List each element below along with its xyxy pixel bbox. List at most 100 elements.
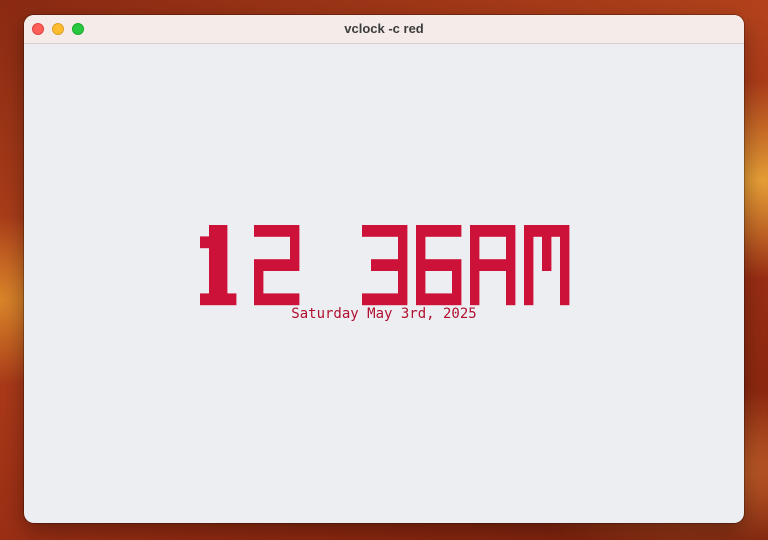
clock-pixel [470,282,480,294]
clock-pixel [398,236,408,249]
clock-pixel [398,247,408,260]
clock-pixel [218,247,228,260]
clock-pixel [533,225,543,237]
clock-pixel [524,247,534,260]
clock-pixel [470,259,480,271]
clock-pixel [263,259,273,271]
clock-pixel [524,225,534,237]
clock-pixel [551,225,561,237]
clock-pixel [560,282,570,294]
clock-pixel [290,225,300,237]
clock-pixel [281,225,291,237]
clock-pixel [209,293,219,306]
clock-pixel [452,270,462,283]
clock-pixel [470,225,480,237]
clock-pixel [209,270,219,283]
clock-pixel [488,259,498,271]
clock-pixel [542,225,552,237]
clock-pixel [209,225,219,237]
clock-pixel [362,225,372,237]
clock-pixel [560,293,570,306]
clock-pixel [416,282,426,294]
clock-pixel [218,270,228,283]
clock-pixel [263,293,273,306]
clock-pixel [389,225,399,237]
clock-pixel [470,293,480,306]
clock-pixel [506,293,516,306]
clock-pixel [542,259,552,271]
clock-glyph [200,225,237,306]
title-bar[interactable]: vclock -c red [24,15,744,44]
clock-pixel [290,247,300,260]
clock-pixel [218,282,228,294]
clock-pixel [506,259,516,271]
clock-pixel [416,293,426,306]
clock-display [200,225,570,306]
clock-pixel [506,282,516,294]
clock-pixel [389,259,399,271]
clock-pixel [398,270,408,283]
clock-pixel [452,293,462,306]
date-label: Saturday May 3rd, 2025 [291,306,477,322]
clock-pixel [371,225,381,237]
window-title: vclock -c red [344,21,424,36]
clock-glyph [524,225,570,306]
clock-pixel [542,236,552,249]
clock-pixel [434,259,444,271]
clock-pixel [200,293,210,306]
clock-pixel [479,259,489,271]
clock-pixel [380,225,390,237]
clock-pixel [416,247,426,260]
clock-pixel [488,225,498,237]
clock-pixel [272,225,282,237]
clock-pixel [380,293,390,306]
clock-pixel [254,225,264,237]
clock-pixel [416,259,426,271]
clock-pixel [443,259,453,271]
clock-pixel [470,270,480,283]
clock-pixel [452,225,462,237]
clock-pixel [425,259,435,271]
clock-pixel [416,236,426,249]
clock-pixel [263,225,273,237]
clock-pixel [254,259,264,271]
clock-pixel [506,270,516,283]
clock-pixel [200,236,210,249]
clock-pixel [290,236,300,249]
clock-pixel [416,225,426,237]
clock-glyph [362,225,408,306]
clock-pixel [371,293,381,306]
clock-pixel [290,293,300,306]
clock-pixel [398,293,408,306]
app-window: vclock -c red Saturday May 3rd, 2025 [24,15,744,523]
clock-glyph [254,225,300,306]
clock-pixel [560,259,570,271]
clock-pixel [425,293,435,306]
clock-pixel [497,259,507,271]
clock-pixel [218,225,228,237]
clock-pixel [416,270,426,283]
clock-pixel [524,293,534,306]
clock-pixel [560,270,570,283]
clock-pixel [254,270,264,283]
clock-pixel [218,236,228,249]
clock-pixel [362,293,372,306]
clock-pixel [272,259,282,271]
clock-pixel [209,247,219,260]
clock-pixel [290,259,300,271]
clock-pixel [389,293,399,306]
clock-pixel [560,236,570,249]
clock-pixel [434,293,444,306]
clock-pixel [443,293,453,306]
clock-pixel [398,282,408,294]
clock-pixel [209,259,219,271]
clock-glyph [470,225,516,306]
clock-pixel [227,293,237,306]
clock-pixel [506,247,516,260]
clock-pixel [425,225,435,237]
clock-pixel [470,236,480,249]
clock-pixel [506,236,516,249]
clock-pixel [272,293,282,306]
clock-pixel [524,282,534,294]
clock-pixel [560,247,570,260]
